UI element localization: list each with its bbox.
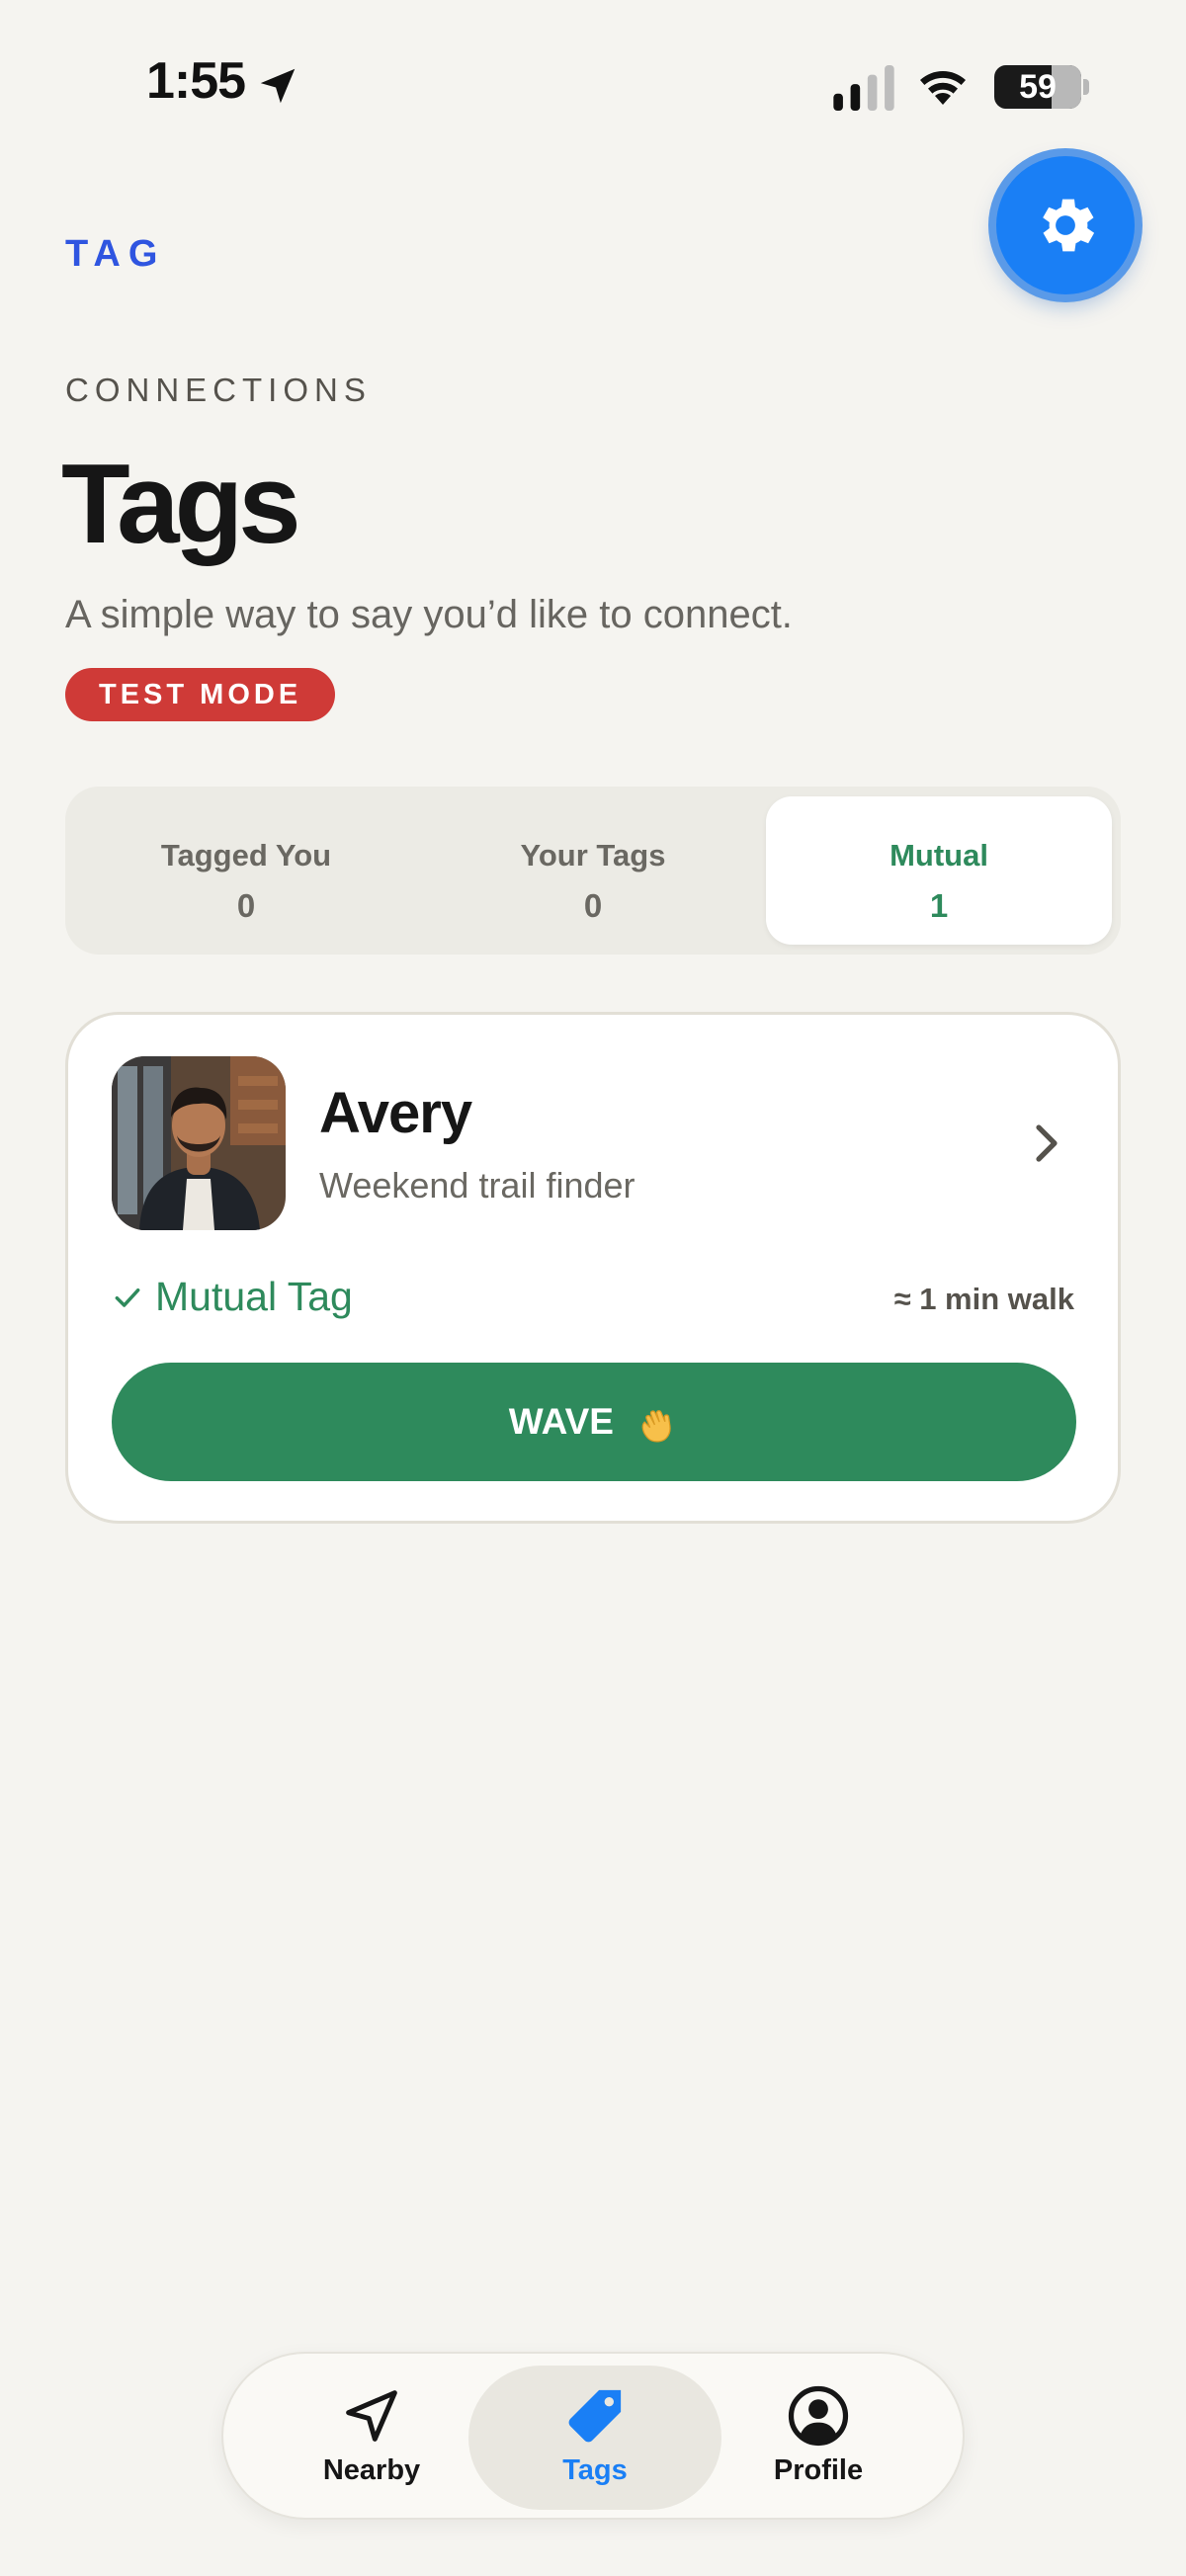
segment-tagged-you[interactable]: Tagged You 0 [73,796,419,945]
segment-label: Tagged You [160,838,332,873]
settings-button[interactable] [996,156,1135,294]
tab-profile[interactable]: Profile [692,2366,945,2510]
mutual-tag-label: Mutual Tag [155,1274,353,1319]
tag-icon [568,2389,622,2443]
chevron-right-icon[interactable] [1027,1122,1066,1165]
status-bar: 1:55 59 [0,0,1186,148]
mutual-tag-status: Mutual Tag [112,1274,353,1320]
person-circle-icon [788,2385,849,2447]
tab-nearby[interactable]: Nearby [245,2366,498,2510]
bottom-tab-bar: Nearby Tags Profile [221,2352,965,2520]
page-subtitle: A simple way to say you’d like to connec… [65,593,793,636]
brand-wordmark: TAG [65,233,166,275]
mutual-tag-card[interactable]: Avery Weekend trail finder Mutual Tag ≈ … [65,1012,1121,1524]
segment-your-tags[interactable]: Your Tags 0 [420,796,766,945]
tab-label: Tags [562,2454,628,2486]
battery-level: 59 [1019,68,1057,106]
segment-label: Your Tags [520,838,666,873]
battery-indicator: 59 [994,65,1081,109]
tab-label: Nearby [322,2454,421,2486]
wave-button-label: WAVE [508,1401,614,1442]
gear-icon [1043,199,1095,252]
segment-count: 1 [929,887,949,924]
navigation-arrow-icon [346,2390,397,2442]
segment-count: 0 [236,887,256,924]
checkmark-icon [115,1288,140,1307]
wave-button[interactable]: WAVE [112,1363,1076,1481]
battery-nub [1083,79,1089,95]
location-arrow-icon [260,68,296,104]
person-tagline: Weekend trail finder [319,1165,635,1205]
tag-filter-segments: Tagged You 0 Your Tags 0 Mutual 1 [65,787,1121,955]
status-time: 1:55 [146,52,246,110]
wifi-icon [920,71,966,105]
avatar [112,1056,286,1230]
tab-label: Profile [773,2454,864,2486]
test-mode-badge: TEST MODE [65,668,336,721]
tags-screen: 1:55 59 TAG CONNECTIONS Tags A simple wa… [0,0,1186,2576]
tab-tags[interactable]: Tags [468,2366,721,2510]
section-eyebrow: CONNECTIONS [65,372,372,408]
person-name: Avery [319,1081,472,1145]
page-title: Tags [61,442,301,567]
waving-hand-icon [641,1410,671,1443]
segment-count: 0 [583,887,603,924]
segment-label: Mutual [890,838,988,873]
cellular-signal-icon [833,65,894,111]
walking-distance: ≈ 1 min walk [893,1282,1074,1316]
segment-mutual[interactable]: Mutual 1 [766,796,1112,945]
